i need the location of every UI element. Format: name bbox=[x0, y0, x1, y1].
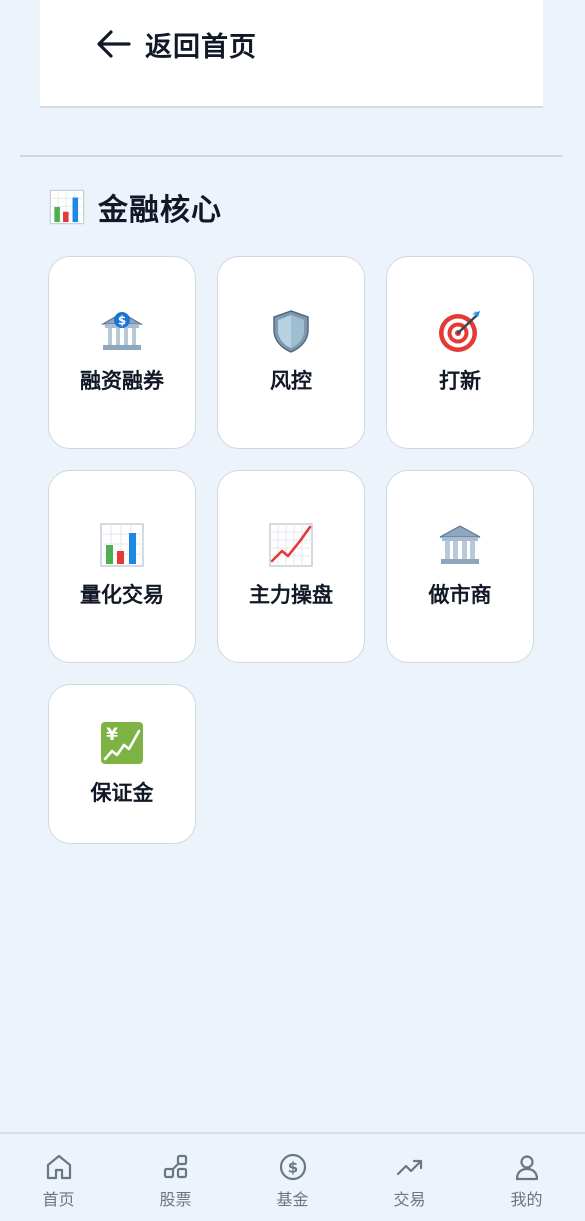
chart-increasing-icon bbox=[269, 523, 313, 567]
tab-label: 我的 bbox=[510, 1190, 543, 1209]
tab-label: 首页 bbox=[42, 1190, 75, 1209]
bank-dollar-icon: $ bbox=[100, 312, 144, 350]
tile-label: 打新 bbox=[439, 369, 481, 393]
classical-building-icon bbox=[439, 525, 481, 564]
tab-stocks[interactable]: 股票 bbox=[117, 1134, 234, 1221]
tile-market-maker[interactable]: 做市商 bbox=[386, 470, 534, 663]
shapes-icon bbox=[163, 1154, 187, 1179]
tab-profile[interactable]: 我的 bbox=[468, 1134, 585, 1221]
section-header: 金融核心 bbox=[48, 184, 222, 230]
tile-label: 量化交易 bbox=[80, 583, 164, 607]
tab-funds[interactable]: $ 基金 bbox=[234, 1134, 351, 1221]
user-icon bbox=[515, 1155, 538, 1181]
tile-label: 主力操盘 bbox=[249, 583, 333, 607]
tab-home[interactable]: 首页 bbox=[0, 1134, 117, 1221]
tile-label: 融资融券 bbox=[80, 369, 164, 393]
tile-label: 风控 bbox=[270, 369, 312, 393]
bottom-tab-bar: 首页 股票 $ 基金 交易 我的 bbox=[0, 1132, 585, 1221]
chart-yen-icon: ¥ bbox=[101, 721, 143, 764]
tile-label: 保证金 bbox=[90, 780, 154, 805]
tab-label: 股票 bbox=[159, 1190, 192, 1209]
feature-grid: $ 融资融券 风控 打新 量化交易 主力操盘 做市商 ¥ 保证金 bbox=[48, 256, 534, 844]
page: 返回首页 金融核心 $ 融资融券 风控 打新 量化交易 主力操盘 做市商 ¥ 保… bbox=[0, 0, 585, 1221]
tab-label: 交易 bbox=[393, 1190, 426, 1209]
trending-up-icon bbox=[396, 1159, 422, 1176]
tile-quant-trading[interactable]: 量化交易 bbox=[48, 470, 196, 663]
back-home-button[interactable]: 返回首页 bbox=[95, 22, 257, 66]
tile-label: 做市商 bbox=[428, 583, 492, 607]
svg-text:$: $ bbox=[118, 314, 126, 328]
arrow-left-icon bbox=[97, 30, 131, 58]
header-card: 返回首页 bbox=[40, 0, 543, 108]
bar-chart-icon bbox=[100, 523, 144, 567]
tab-trade[interactable]: 交易 bbox=[351, 1134, 468, 1221]
tile-margin-trading[interactable]: $ 融资融券 bbox=[48, 256, 196, 449]
tab-label: 基金 bbox=[276, 1190, 309, 1209]
tile-risk-control[interactable]: 风控 bbox=[217, 256, 365, 449]
tile-main-force[interactable]: 主力操盘 bbox=[217, 470, 365, 663]
dollar-circle-icon: $ bbox=[279, 1153, 306, 1181]
tile-margin-deposit[interactable]: ¥ 保证金 bbox=[48, 684, 196, 844]
target-icon bbox=[439, 311, 480, 352]
home-icon bbox=[46, 1154, 71, 1180]
svg-text:$: $ bbox=[287, 1159, 297, 1177]
section-title: 金融核心 bbox=[98, 193, 222, 228]
divider bbox=[20, 155, 562, 157]
svg-text:¥: ¥ bbox=[106, 725, 118, 745]
shield-icon bbox=[273, 310, 309, 353]
back-home-label: 返回首页 bbox=[145, 31, 257, 63]
bar-chart-icon bbox=[49, 189, 85, 225]
tile-ipo-subscription[interactable]: 打新 bbox=[386, 256, 534, 449]
